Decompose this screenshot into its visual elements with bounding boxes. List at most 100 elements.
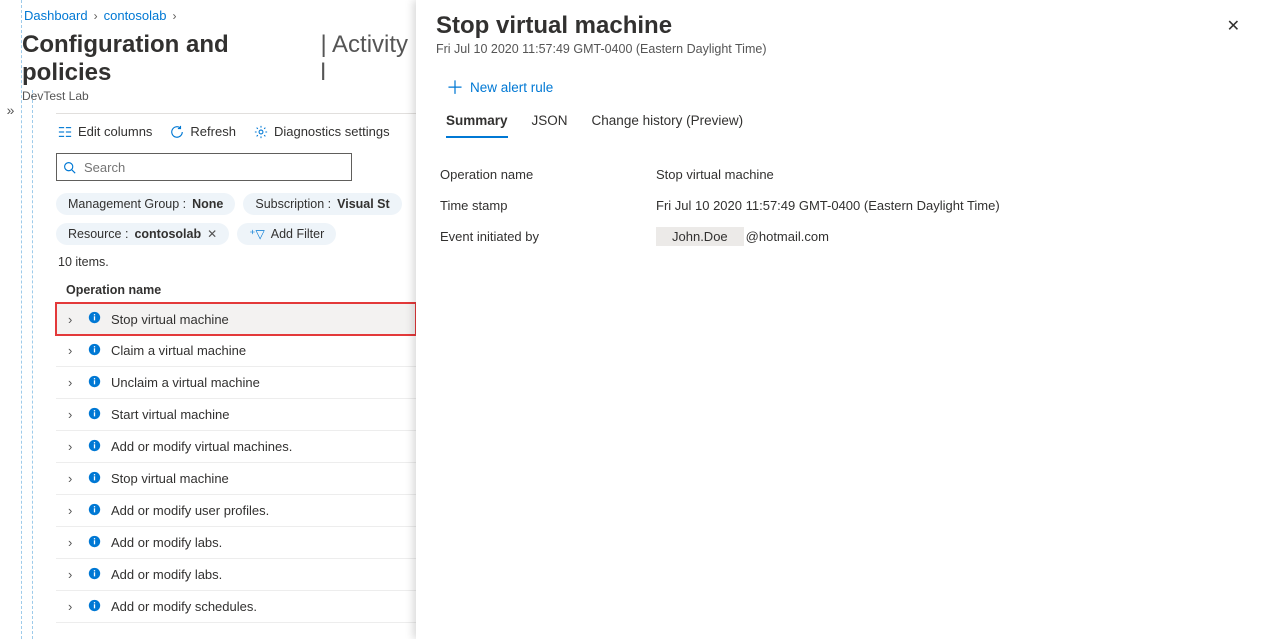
panel-title: Stop virtual machine <box>436 12 766 40</box>
chevron-right-icon[interactable]: › <box>68 439 78 454</box>
filter-sub-label: Subscription : <box>255 197 331 211</box>
filter-sub-value: Visual St <box>337 197 390 211</box>
operation-row-label: Add or modify labs. <box>111 567 222 582</box>
operation-row[interactable]: › Claim a virtual machine <box>56 335 416 367</box>
tab-change-history[interactable]: Change history (Preview) <box>592 109 744 138</box>
chevron-right-icon: » <box>7 102 15 118</box>
detail-panel: Stop virtual machine Fri Jul 10 2020 11:… <box>416 0 1268 639</box>
edit-columns-label: Edit columns <box>78 124 152 139</box>
operation-row[interactable]: › Add or modify labs. <box>56 527 416 559</box>
chevron-right-icon[interactable]: › <box>68 503 78 518</box>
new-alert-rule-button[interactable]: ＋ New alert rule <box>446 80 1244 95</box>
filter-res-label: Resource : <box>68 227 128 241</box>
redacted-user: John.Doe <box>656 227 744 246</box>
chevron-right-icon: › <box>94 9 98 23</box>
close-icon: ✕ <box>1227 18 1240 35</box>
operation-row-label: Claim a virtual machine <box>111 343 246 358</box>
operation-row-label: Add or modify schedules. <box>111 599 257 614</box>
summary-properties: Operation name Stop virtual machine Time… <box>440 159 1244 252</box>
edit-columns-button[interactable]: Edit columns <box>58 124 152 139</box>
panel-tabs: Summary JSON Change history (Preview) <box>446 109 1244 139</box>
chevron-right-icon[interactable]: › <box>68 312 78 327</box>
kv-timestamp-value: Fri Jul 10 2020 11:57:49 GMT-0400 (Easte… <box>656 198 1000 213</box>
filter-res-value: contosolab <box>134 227 201 241</box>
refresh-icon <box>170 125 184 139</box>
chevron-right-icon[interactable]: › <box>68 407 78 422</box>
chevron-right-icon[interactable]: › <box>68 567 78 582</box>
page-subtitle: DevTest Lab <box>22 89 416 103</box>
kv-timestamp-key: Time stamp <box>440 198 656 213</box>
diagnostics-settings-button[interactable]: Diagnostics settings <box>254 124 390 139</box>
expand-sidebar-handle[interactable]: » <box>0 0 22 639</box>
filter-mg-label: Management Group : <box>68 197 186 211</box>
info-icon <box>88 343 101 359</box>
operation-row[interactable]: › Add or modify schedules. <box>56 591 416 623</box>
search-input[interactable] <box>82 159 345 176</box>
operation-row-label: Add or modify labs. <box>111 535 222 550</box>
toolbar: Edit columns Refresh Diagnostics setting… <box>56 114 416 149</box>
operation-row[interactable]: › Unclaim a virtual machine <box>56 367 416 399</box>
operation-row-label: Stop virtual machine <box>111 312 229 327</box>
info-icon <box>88 535 101 551</box>
refresh-label: Refresh <box>190 124 236 139</box>
kv-operation-name-key: Operation name <box>440 167 656 182</box>
add-filter-label: Add Filter <box>271 227 325 241</box>
operation-row[interactable]: › Add or modify labs. <box>56 559 416 591</box>
column-header-operation-name[interactable]: Operation name <box>56 277 416 303</box>
tab-json[interactable]: JSON <box>532 109 568 138</box>
operation-row-label: Unclaim a virtual machine <box>111 375 260 390</box>
close-icon[interactable]: ✕ <box>207 227 217 241</box>
diagnostics-label: Diagnostics settings <box>274 124 390 139</box>
filter-subscription[interactable]: Subscription : Visual St <box>243 193 401 215</box>
gear-icon <box>254 125 268 139</box>
operation-row-label: Start virtual machine <box>111 407 230 422</box>
operation-row[interactable]: › Add or modify user profiles. <box>56 495 416 527</box>
columns-icon <box>58 125 72 139</box>
page-title: Configuration and policies <box>22 31 312 87</box>
breadcrumb: Dashboard › contosolab › <box>22 0 416 25</box>
operation-row[interactable]: › Start virtual machine <box>56 399 416 431</box>
add-filter-button[interactable]: ⁺▽ Add Filter <box>237 223 336 245</box>
operation-row-label: Add or modify user profiles. <box>111 503 269 518</box>
breadcrumb-contosolab[interactable]: contosolab <box>104 8 167 23</box>
info-icon <box>88 375 101 391</box>
plus-icon: ＋ <box>446 81 464 95</box>
chevron-right-icon[interactable]: › <box>68 375 78 390</box>
operation-row-label: Stop virtual machine <box>111 471 229 486</box>
kv-operation-name-value: Stop virtual machine <box>656 167 774 182</box>
operation-row[interactable]: › Stop virtual machine <box>56 463 416 495</box>
operation-list: › Stop virtual machine › Claim a virtual ma… <box>56 303 416 623</box>
item-count: 10 items. <box>58 255 416 269</box>
page-title-suffix: | Activity l <box>320 31 416 87</box>
chevron-right-icon[interactable]: › <box>68 471 78 486</box>
refresh-button[interactable]: Refresh <box>170 124 236 139</box>
search-box[interactable] <box>56 153 352 181</box>
kv-initiated-by-key: Event initiated by <box>440 229 656 244</box>
filter-mg-value: None <box>192 197 223 211</box>
filter-resource[interactable]: Resource : contosolab ✕ <box>56 223 229 245</box>
info-icon <box>88 407 101 423</box>
panel-timestamp: Fri Jul 10 2020 11:57:49 GMT-0400 (Easte… <box>436 42 766 56</box>
filter-management-group[interactable]: Management Group : None <box>56 193 235 215</box>
operation-row[interactable]: › Stop virtual machine <box>56 303 416 335</box>
user-email-suffix: @hotmail.com <box>746 229 829 244</box>
new-alert-label: New alert rule <box>470 80 553 95</box>
info-icon <box>88 503 101 519</box>
chevron-right-icon: › <box>173 9 177 23</box>
info-icon <box>88 471 101 487</box>
info-icon <box>88 439 101 455</box>
info-icon <box>88 567 101 583</box>
chevron-right-icon[interactable]: › <box>68 535 78 550</box>
close-panel-button[interactable]: ✕ <box>1223 12 1244 40</box>
breadcrumb-dashboard[interactable]: Dashboard <box>24 8 88 23</box>
chevron-right-icon[interactable]: › <box>68 599 78 614</box>
info-icon <box>88 311 101 327</box>
search-icon <box>63 161 76 174</box>
info-icon <box>88 599 101 615</box>
kv-initiated-by-value: John.Doe@hotmail.com <box>656 229 829 244</box>
chevron-right-icon[interactable]: › <box>68 343 78 358</box>
filter-add-icon: ⁺▽ <box>249 227 265 241</box>
tab-summary[interactable]: Summary <box>446 109 508 138</box>
operation-row-label: Add or modify virtual machines. <box>111 439 292 454</box>
operation-row[interactable]: › Add or modify virtual machines. <box>56 431 416 463</box>
